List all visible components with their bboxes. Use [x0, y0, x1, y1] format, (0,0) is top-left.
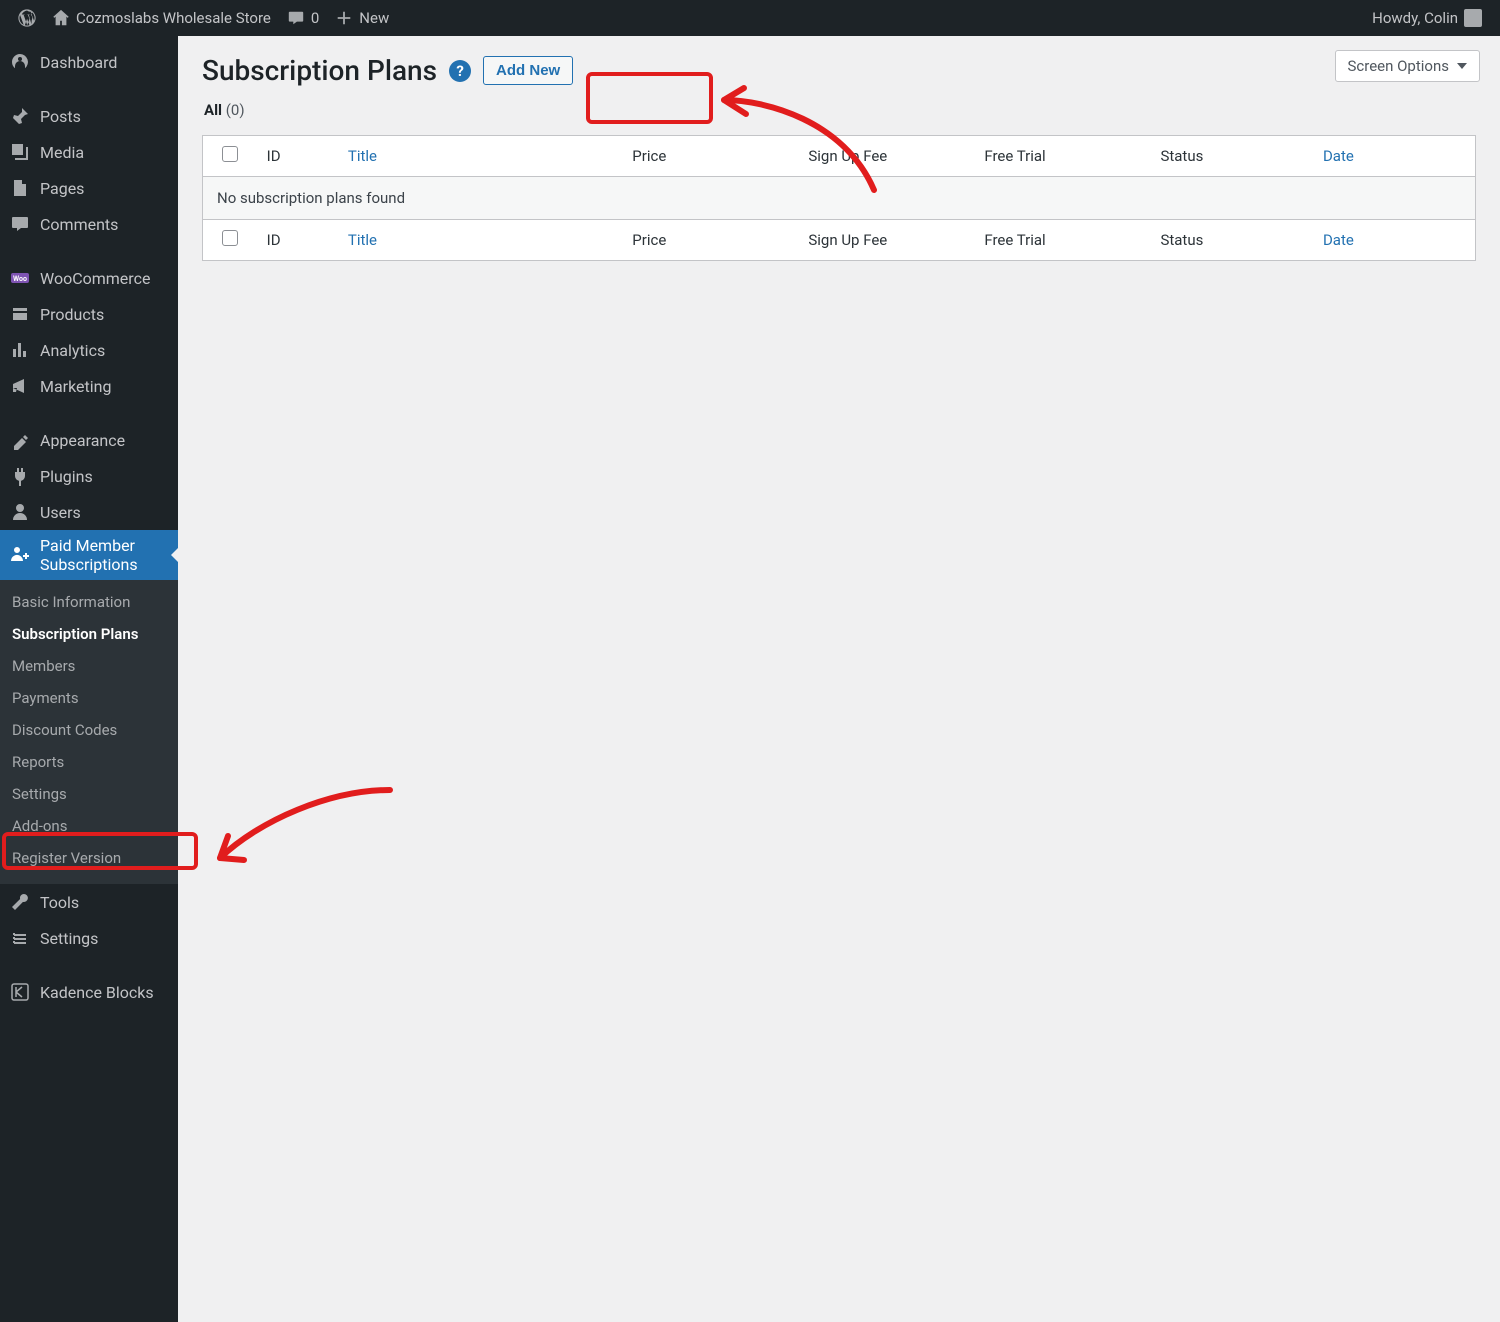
tools-icon	[10, 892, 30, 912]
sidebar-item-label: Posts	[40, 107, 81, 126]
sidebar-item-label: Appearance	[40, 431, 125, 450]
megaphone-icon	[10, 376, 30, 396]
col-id: ID	[257, 136, 338, 177]
kadence-icon	[10, 982, 30, 1002]
sidebar-item-label: Marketing	[40, 377, 111, 396]
submenu-item-addons[interactable]: Add-ons	[0, 810, 178, 842]
dashboard-icon	[10, 52, 30, 72]
sidebar-item-label: Media	[40, 143, 84, 162]
add-new-button[interactable]: Add New	[483, 56, 573, 85]
submenu-item-discount-codes[interactable]: Discount Codes	[0, 714, 178, 746]
col-trial: Free Trial	[974, 136, 1150, 177]
chevron-down-icon	[1457, 63, 1467, 69]
plugins-icon	[10, 466, 30, 486]
col-signup: Sign Up Fee	[798, 136, 974, 177]
sidebar-item-comments[interactable]: Comments	[0, 206, 178, 242]
sidebar-item-posts[interactable]: Posts	[0, 98, 178, 134]
settings-icon	[10, 928, 30, 948]
filter-all-count: (0)	[226, 101, 245, 119]
submenu-item-payments[interactable]: Payments	[0, 682, 178, 714]
subscription-plans-table: ID Title Price Sign Up Fee Free Trial St…	[202, 135, 1476, 261]
sidebar-item-label: Users	[40, 503, 81, 522]
pin-icon	[10, 106, 30, 126]
screen-options-label: Screen Options	[1348, 57, 1450, 75]
screen-options-button[interactable]: Screen Options	[1335, 50, 1481, 82]
help-icon[interactable]: ?	[449, 60, 471, 82]
howdy-text: Howdy, Colin	[1372, 9, 1458, 27]
new-label: New	[359, 9, 389, 27]
comments-link[interactable]: 0	[279, 0, 327, 36]
comment-icon	[287, 9, 305, 27]
plus-icon	[335, 9, 353, 27]
comments-count: 0	[311, 9, 319, 27]
sidebar-item-media[interactable]: Media	[0, 134, 178, 170]
sidebar-item-products[interactable]: Products	[0, 296, 178, 332]
sidebar-item-label: WooCommerce	[40, 269, 150, 288]
media-icon	[10, 142, 30, 162]
filter-all-label: All	[204, 101, 222, 119]
sidebar-item-tools[interactable]: Tools	[0, 884, 178, 920]
page-title: Subscription Plans	[202, 54, 437, 87]
sidebar-item-label: Kadence Blocks	[40, 983, 154, 1002]
submenu-item-settings[interactable]: Settings	[0, 778, 178, 810]
sidebar-item-settings[interactable]: Settings	[0, 920, 178, 956]
products-icon	[10, 304, 30, 324]
woocommerce-icon: Woo	[10, 268, 30, 288]
home-icon	[52, 9, 70, 27]
avatar	[1464, 9, 1482, 27]
users-icon	[10, 502, 30, 522]
submenu-item-reports[interactable]: Reports	[0, 746, 178, 778]
sidebar-item-label: Comments	[40, 215, 118, 234]
sidebar-item-label: Settings	[40, 929, 98, 948]
empty-row: No subscription plans found	[203, 177, 1476, 220]
site-name-link[interactable]: Cozmoslabs Wholesale Store	[44, 0, 279, 36]
sidebar-item-dashboard[interactable]: Dashboard	[0, 44, 178, 80]
pms-icon	[10, 545, 30, 565]
appearance-icon	[10, 430, 30, 450]
select-all-checkbox[interactable]	[222, 146, 238, 162]
sidebar-item-woocommerce[interactable]: Woo WooCommerce	[0, 260, 178, 296]
select-all-checkbox-footer[interactable]	[222, 230, 238, 246]
wordpress-icon	[18, 9, 36, 27]
empty-message: No subscription plans found	[203, 177, 1476, 220]
my-account-link[interactable]: Howdy, Colin	[1364, 0, 1490, 36]
sidebar-item-label: Dashboard	[40, 53, 117, 72]
comment-icon	[10, 214, 30, 234]
sidebar-item-marketing[interactable]: Marketing	[0, 368, 178, 404]
submenu-item-register-version[interactable]: Register Version	[0, 842, 178, 874]
sidebar-item-pms[interactable]: Paid Member Subscriptions	[0, 530, 178, 580]
col-status: Status	[1150, 136, 1313, 177]
sidebar-item-users[interactable]: Users	[0, 494, 178, 530]
admin-bar: Cozmoslabs Wholesale Store 0 New Howdy, …	[0, 0, 1500, 36]
wp-logo[interactable]	[10, 0, 44, 36]
main-content: Screen Options Subscription Plans ? Add …	[178, 36, 1500, 1322]
col-title[interactable]: Title	[338, 136, 622, 177]
sidebar-item-pages[interactable]: Pages	[0, 170, 178, 206]
sidebar-item-analytics[interactable]: Analytics	[0, 332, 178, 368]
page-icon	[10, 178, 30, 198]
sidebar-item-plugins[interactable]: Plugins	[0, 458, 178, 494]
admin-sidebar: Dashboard Posts Media Pages Comments Woo…	[0, 36, 178, 1322]
sidebar-submenu: Basic Information Subscription Plans Mem…	[0, 580, 178, 884]
submenu-item-subscription-plans[interactable]: Subscription Plans	[0, 618, 178, 650]
sidebar-item-kadence[interactable]: Kadence Blocks	[0, 974, 178, 1010]
list-filter[interactable]: All (0)	[204, 101, 1476, 119]
sidebar-item-appearance[interactable]: Appearance	[0, 422, 178, 458]
site-name-label: Cozmoslabs Wholesale Store	[76, 9, 271, 27]
svg-text:Woo: Woo	[13, 275, 27, 283]
sidebar-item-label: Pages	[40, 179, 84, 198]
sidebar-item-label: Paid Member Subscriptions	[40, 536, 168, 574]
analytics-icon	[10, 340, 30, 360]
col-price: Price	[622, 136, 798, 177]
sidebar-item-label: Products	[40, 305, 104, 324]
submenu-item-members[interactable]: Members	[0, 650, 178, 682]
page-header: Subscription Plans ? Add New	[202, 54, 1476, 87]
sidebar-item-label: Tools	[40, 893, 79, 912]
new-content-link[interactable]: New	[327, 0, 397, 36]
submenu-item-basic-info[interactable]: Basic Information	[0, 586, 178, 618]
sidebar-item-label: Analytics	[40, 341, 105, 360]
col-date[interactable]: Date	[1313, 136, 1476, 177]
sidebar-item-label: Plugins	[40, 467, 93, 486]
